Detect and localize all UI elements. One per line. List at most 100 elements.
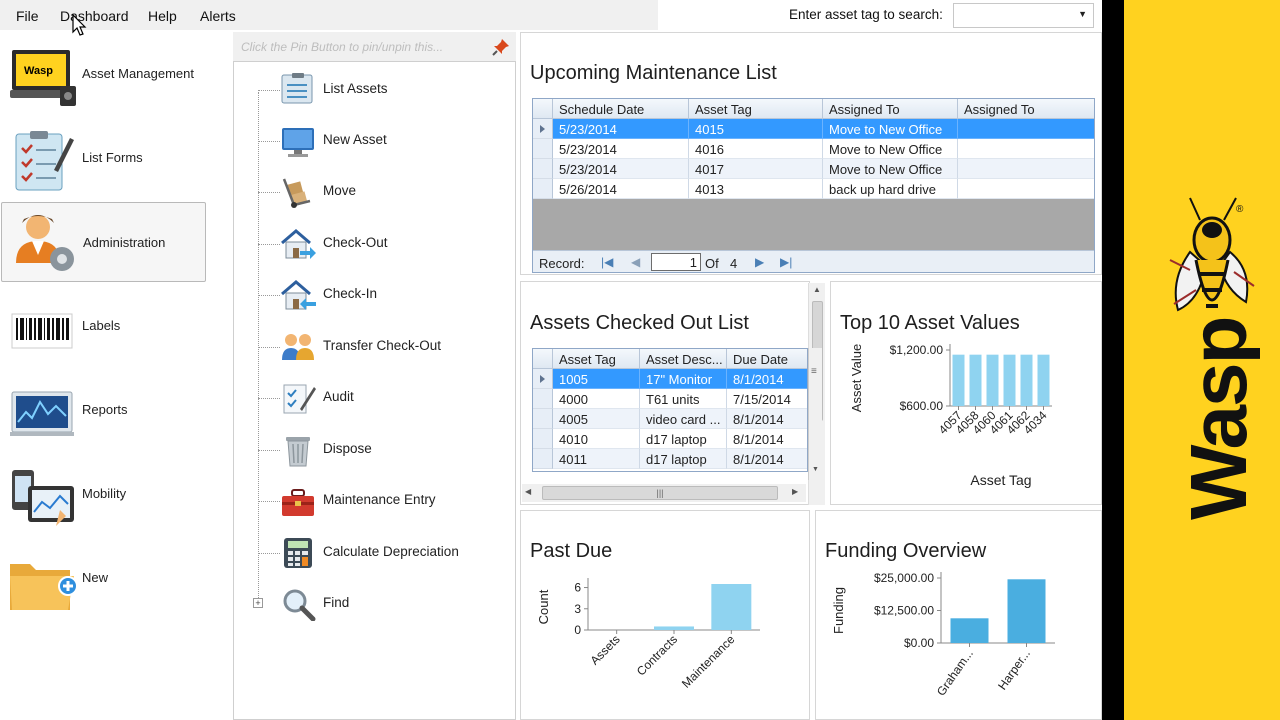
menu-alerts[interactable]: Alerts	[200, 8, 236, 24]
table-cell[interactable]: 4017	[689, 159, 823, 179]
tree-item-dispose[interactable]: Dispose	[258, 430, 508, 470]
column-header[interactable]: Assigned To	[823, 99, 958, 119]
nav-labels[interactable]: Labels	[0, 290, 206, 370]
next-record-icon[interactable]: ▶	[755, 255, 764, 269]
toolbox-icon	[282, 489, 314, 516]
nav-asset-management[interactable]: Wasp Asset Management	[0, 38, 206, 118]
first-record-icon[interactable]: |◀	[601, 255, 613, 269]
row-selector[interactable]	[533, 179, 553, 199]
tree-item-find[interactable]: Find	[258, 584, 508, 624]
row-selector[interactable]	[533, 389, 553, 409]
tree-item-transfer-check-out[interactable]: Transfer Check-Out	[258, 327, 508, 367]
column-header[interactable]: Asset Tag	[553, 349, 640, 369]
admin-user-gear-icon	[16, 215, 74, 271]
tree-item-check-in[interactable]: Check-In	[258, 275, 508, 315]
registered-mark: ®	[1236, 204, 1244, 215]
last-record-icon[interactable]: ▶|	[780, 255, 792, 269]
tree-item-calculate-depreciation[interactable]: Calculate Depreciation	[258, 533, 508, 573]
table-cell[interactable]: 4005	[553, 409, 640, 429]
table-cell[interactable]: d17 laptop	[640, 449, 727, 469]
chart-bar	[950, 618, 989, 643]
table-cell[interactable]: 4016	[689, 139, 823, 159]
nav-list-forms[interactable]: List Forms	[0, 122, 206, 202]
chevron-down-icon[interactable]: ▼	[1078, 9, 1087, 19]
table-cell[interactable]: 8/1/2014	[727, 449, 807, 469]
scroll-up-icon[interactable]: ▲	[813, 285, 821, 294]
column-header[interactable]: Asset Desc...	[640, 349, 727, 369]
table-cell[interactable]: 8/1/2014	[727, 429, 807, 449]
column-header[interactable]: Schedule Date	[553, 99, 689, 119]
table-cell[interactable]: 17" Monitor	[640, 369, 727, 389]
table-cell[interactable]: 4010	[553, 429, 640, 449]
horizontal-scrollbar[interactable]: ◀ ||| ▶	[522, 484, 806, 502]
tree-item-move[interactable]: Move	[258, 172, 508, 212]
grid-vertical-scrollbar[interactable]: ≡ ▼	[808, 348, 822, 480]
column-header[interactable]: Asset Tag	[689, 99, 823, 119]
table-cell[interactable]: 7/15/2014	[727, 389, 807, 409]
table-cell[interactable]: back up hard drive	[823, 179, 958, 199]
table-cell[interactable]: 5/26/2014	[553, 179, 689, 199]
record-number-input[interactable]: 1	[651, 253, 701, 271]
table-cell[interactable]: Move to New Office	[823, 139, 958, 159]
column-header[interactable]: Assigned To	[958, 99, 1094, 119]
table-cell[interactable]: 5/23/2014	[553, 139, 689, 159]
table-cell[interactable]: Move to New Office	[823, 119, 958, 139]
table-cell[interactable]: T61 units	[640, 389, 727, 409]
top10-chart: $600.00$1,200.00405740584060406140624034…	[849, 343, 1052, 488]
row-selector[interactable]	[533, 409, 553, 429]
row-selector[interactable]	[533, 449, 553, 469]
table-cell[interactable]: 8/1/2014	[727, 409, 807, 429]
laptop-wasp-icon: Wasp	[10, 50, 76, 106]
tree-item-maintenance-entry[interactable]: Maintenance Entry	[258, 481, 508, 521]
nav-administration[interactable]: Administration	[1, 202, 206, 282]
pushpin-icon[interactable]	[492, 38, 510, 56]
column-header[interactable]: Due Date	[727, 349, 807, 369]
table-cell[interactable]	[958, 159, 1094, 179]
y-tick-label: $25,000.00	[874, 571, 934, 585]
row-selector[interactable]	[533, 119, 553, 139]
table-cell[interactable]: 4013	[689, 179, 823, 199]
tree-item-new-asset[interactable]: New Asset	[258, 121, 508, 161]
tree-item-audit[interactable]: Audit	[258, 378, 508, 418]
previous-record-icon[interactable]: ◀	[631, 255, 640, 269]
table-cell[interactable]: 4000	[553, 389, 640, 409]
scroll-thumb[interactable]: |||	[542, 486, 778, 500]
nav-new[interactable]: New	[0, 542, 206, 622]
x-tick-label: Assets	[587, 632, 622, 667]
table-cell[interactable]	[958, 179, 1094, 199]
scroll-right-icon[interactable]: ▶	[792, 487, 798, 496]
nav-mobility[interactable]: Mobility	[0, 458, 206, 538]
scroll-left-icon[interactable]: ◀	[525, 487, 531, 496]
table-cell[interactable]: 8/1/2014	[727, 369, 807, 389]
table-cell[interactable]	[958, 139, 1094, 159]
nav-reports[interactable]: Reports	[0, 374, 206, 454]
divider-strip	[1102, 0, 1124, 720]
table-cell[interactable]: 4015	[689, 119, 823, 139]
mouse-cursor-icon	[72, 14, 87, 36]
table-cell[interactable]: video card ...	[640, 409, 727, 429]
row-selector[interactable]	[533, 159, 553, 179]
tree-item-list-assets[interactable]: List Assets	[258, 70, 508, 110]
table-cell[interactable]: 1005	[553, 369, 640, 389]
menu-dashboard[interactable]: Dashboard	[60, 8, 129, 24]
maintenance-grid[interactable]: Schedule Date Asset Tag Assigned To Assi…	[532, 98, 1095, 273]
tree-label: Move	[323, 183, 357, 198]
row-selector[interactable]	[533, 369, 553, 389]
asset-tag-search-combobox[interactable]: ▼	[953, 3, 1094, 28]
row-selector[interactable]	[533, 429, 553, 449]
tree-item-check-out[interactable]: Check-Out	[258, 224, 508, 264]
table-cell[interactable]: 4011	[553, 449, 640, 469]
table-cell[interactable]: 5/23/2014	[553, 119, 689, 139]
table-cell[interactable]	[958, 119, 1094, 139]
y-tick-label: 3	[574, 602, 581, 616]
table-cell[interactable]: Move to New Office	[823, 159, 958, 179]
menu-help[interactable]: Help	[148, 8, 177, 24]
tree-label: Find	[323, 595, 350, 610]
table-cell[interactable]: 5/23/2014	[553, 159, 689, 179]
checked-out-grid[interactable]: Asset Tag Asset Desc... Due Date 1005 17…	[532, 348, 808, 472]
table-cell[interactable]: d17 laptop	[640, 429, 727, 449]
scroll-down-icon[interactable]: ▼	[812, 466, 819, 473]
menu-file[interactable]: File	[16, 8, 39, 24]
row-selector[interactable]	[533, 139, 553, 159]
chart-bar	[1007, 579, 1046, 643]
